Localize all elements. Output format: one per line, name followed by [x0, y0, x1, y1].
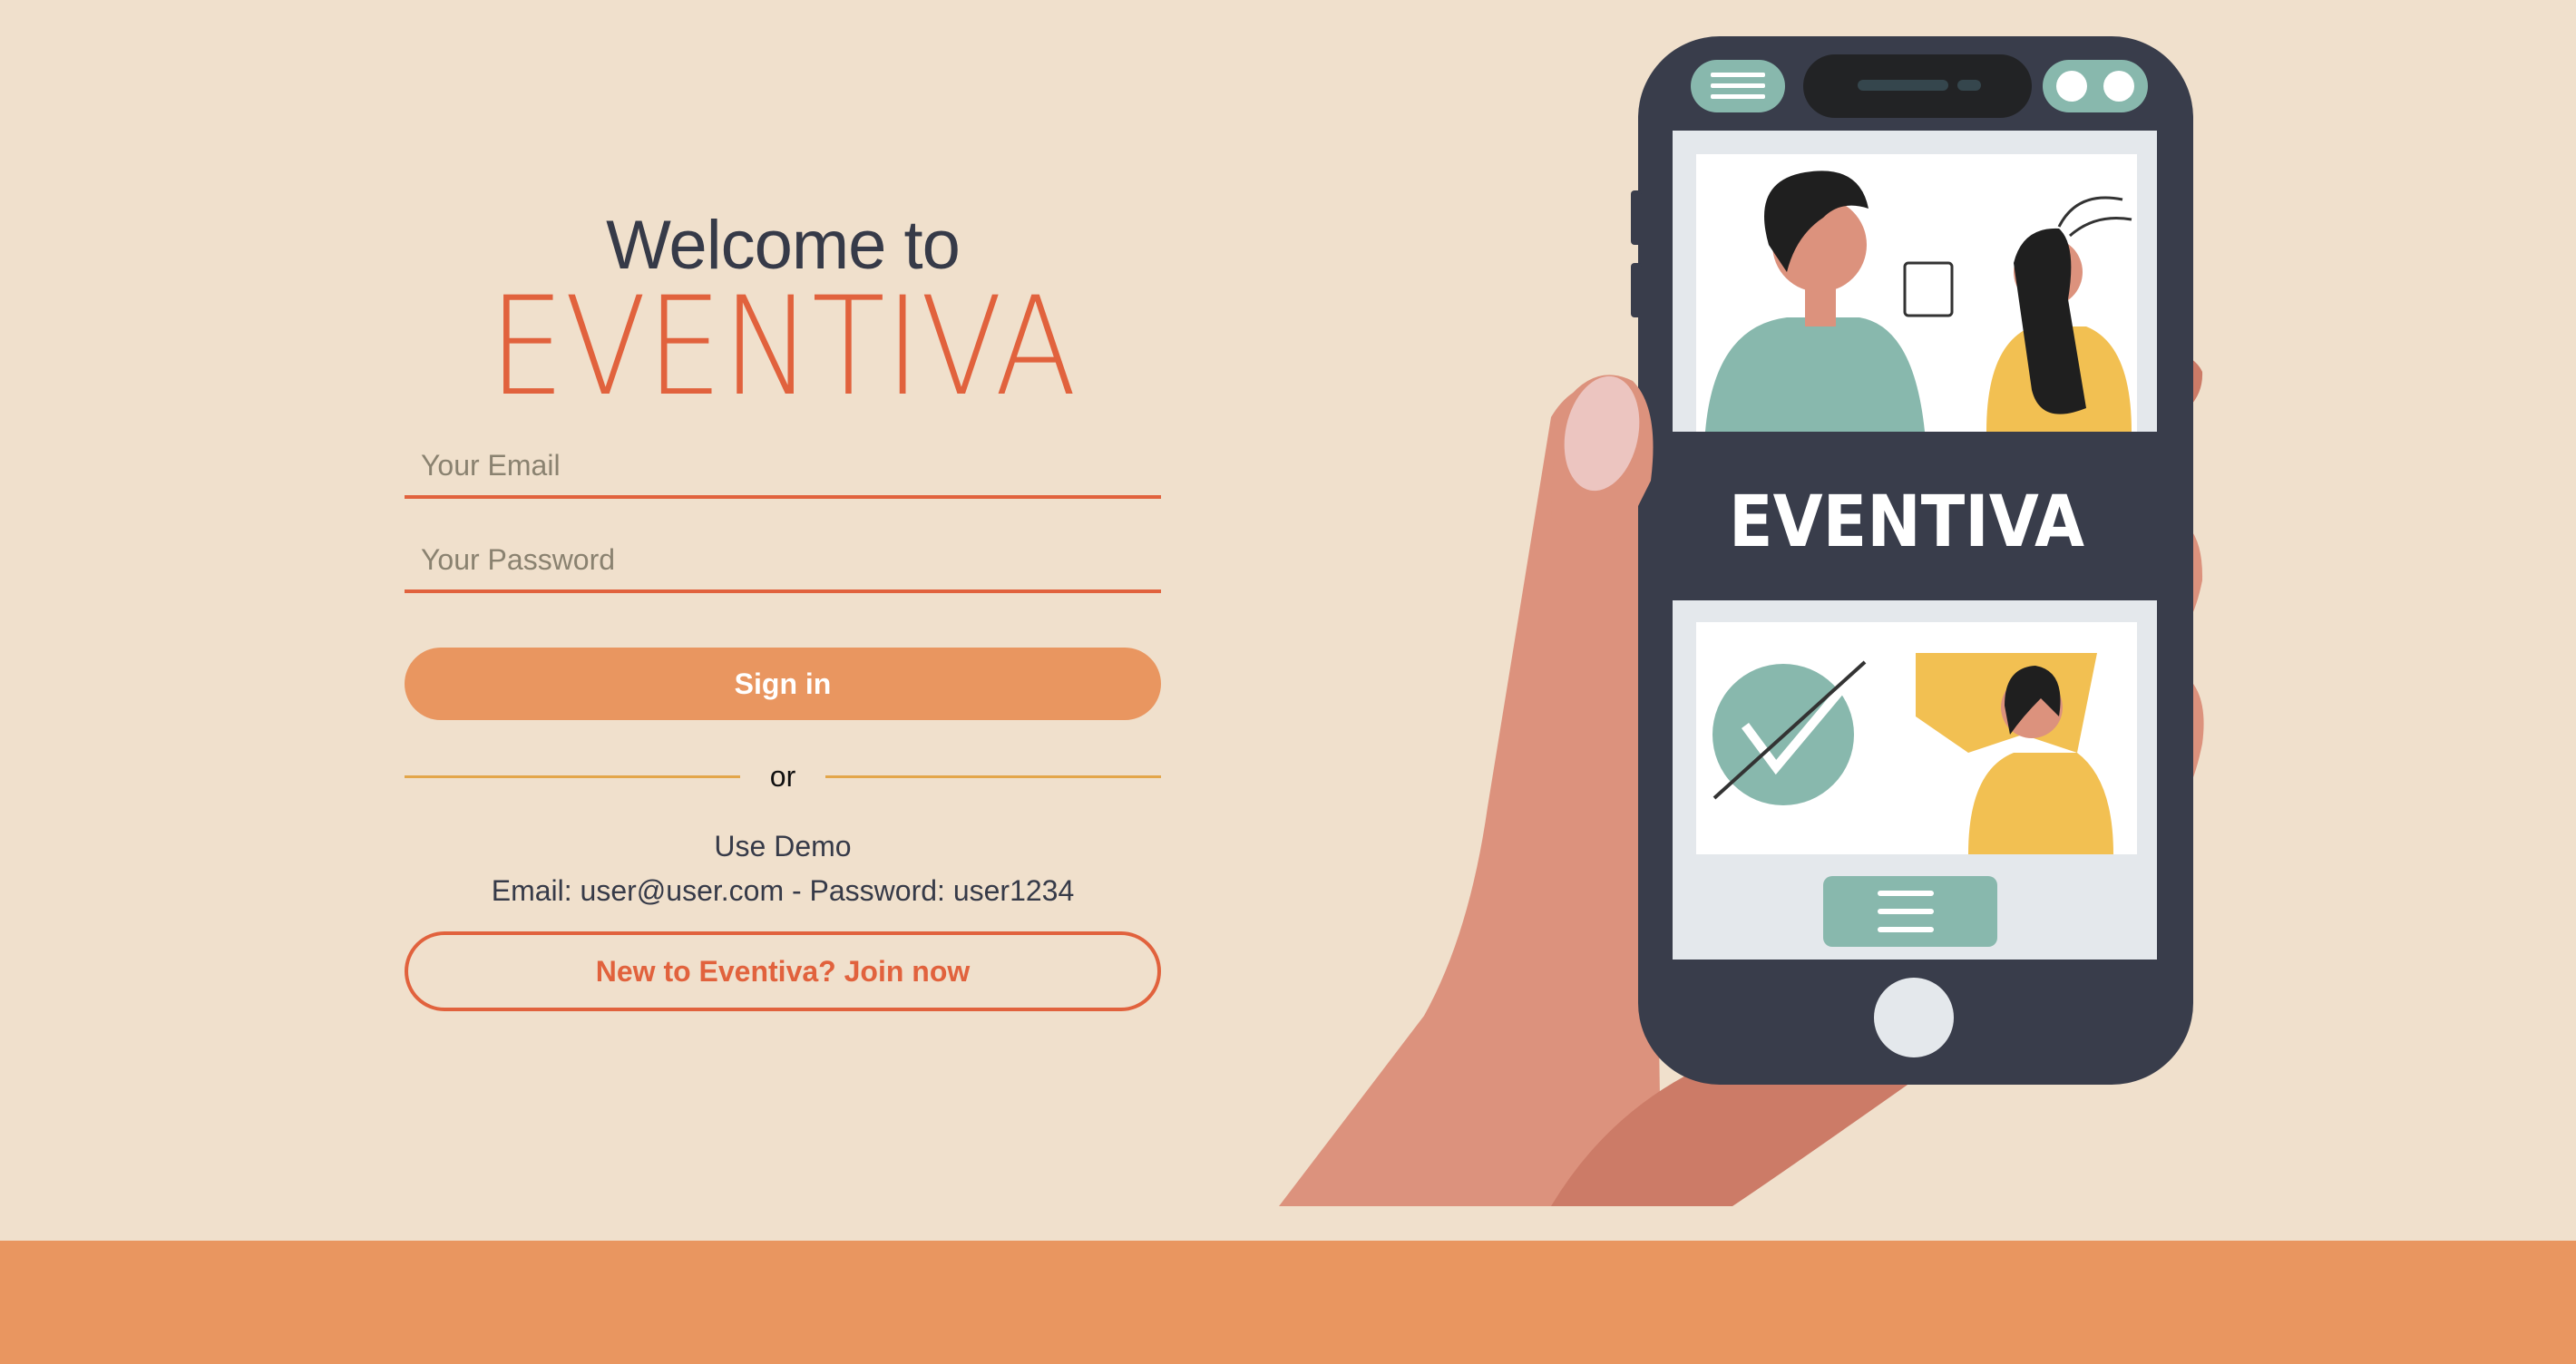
footer-band — [0, 1241, 2576, 1364]
password-field[interactable] — [405, 530, 1161, 593]
email-input[interactable] — [405, 435, 1161, 495]
eventiva-logo: EVENTIVA — [489, 292, 1077, 399]
phone-side-button-1 — [1631, 190, 1642, 245]
phone-brand-text: EVENTIVA — [1729, 482, 2084, 563]
or-divider: or — [405, 760, 1161, 794]
login-form: Welcome to EVENTIVA Sign in or Use Demo … — [405, 207, 1161, 1011]
email-field[interactable] — [405, 435, 1161, 499]
svg-text:EVENTIVA: EVENTIVA — [489, 292, 1077, 399]
divider-line-right — [825, 775, 1161, 778]
join-now-button[interactable]: New to Eventiva? Join now — [405, 931, 1161, 1011]
demo-title: Use Demo — [714, 830, 852, 862]
divider-text: or — [769, 760, 796, 793]
divider-line-left — [405, 775, 740, 778]
phone-in-hand-illustration: EVENTIVA — [1279, 36, 2204, 1206]
welcome-heading: Welcome to — [606, 207, 961, 284]
sign-in-button[interactable]: Sign in — [405, 648, 1161, 720]
demo-credentials: Email: user@user.com - Password: user123… — [491, 874, 1075, 907]
phone-side-button-2 — [1631, 263, 1642, 317]
phone-home-button — [1874, 978, 1954, 1057]
password-input[interactable] — [405, 530, 1161, 589]
